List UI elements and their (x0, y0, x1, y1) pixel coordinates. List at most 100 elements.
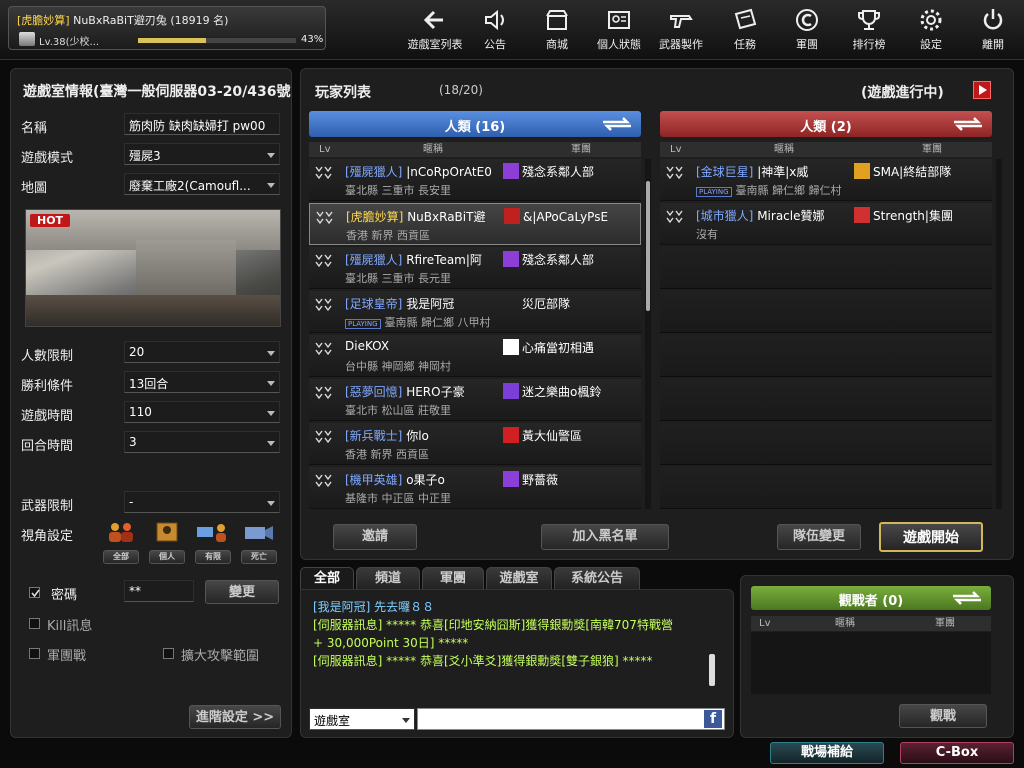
password-label: 密碼 (51, 588, 78, 603)
clan-emblem-icon (503, 471, 519, 487)
swap-team-icon[interactable] (950, 115, 986, 133)
kill-message-checkbox[interactable] (29, 618, 40, 629)
map-ground (26, 295, 280, 326)
player-row[interactable]: [新兵戰士] 你lo 香港 新界 西貢區 黃大仙警區 (309, 423, 641, 465)
rank-star-icon (666, 166, 683, 180)
time-select[interactable]: 110 (124, 401, 280, 423)
scroll-thumb[interactable] (709, 654, 715, 686)
player-row[interactable]: [惡夢回憶] HERO子豪 臺北市 松山區 莊敬里 迷之樂曲o楓鈴 (309, 379, 641, 421)
nav-clan-button[interactable]: 軍團 (778, 4, 836, 54)
col-lv: Lv (759, 618, 771, 629)
nav-gear-button[interactable]: 設定 (902, 4, 960, 54)
profile-level: Lv.38(少校... (39, 37, 100, 48)
view-limited-option[interactable]: 有限 (195, 521, 231, 564)
player-list-panel: 玩家列表 (18/20) (遊戲進行中) 人類 (16) Lv 暱稱 軍團 [殭… (300, 68, 1014, 560)
clan-emblem-icon (503, 383, 519, 399)
nav-speaker-button[interactable]: 公告 (466, 4, 524, 54)
advanced-settings-button[interactable]: 進階設定 >> (189, 705, 281, 729)
player-title: [足球皇帝] (345, 297, 403, 311)
chat-tab[interactable]: 全部 (300, 567, 354, 589)
profile-card[interactable]: [虎膽妙算] NuBxRaBiT避刃兔 (18919 名) Lv.38(少校..… (8, 6, 326, 50)
player-title: [新兵戰士] (345, 429, 403, 443)
chevron-down-icon (267, 501, 275, 506)
player-row[interactable]: [虎膽妙算] NuBxRaBiT避 香港 新界 西貢區 &|APoCaLyPsE (309, 203, 641, 245)
facebook-icon[interactable]: f (704, 710, 722, 728)
time-label: 遊戲時間 (21, 409, 74, 424)
spectator-column-header: Lv 暱稱 軍團 (751, 616, 991, 631)
expand-attack-checkbox[interactable] (163, 648, 174, 659)
player-row[interactable]: [殭屍獵人] RfireTeam|阿 臺北縣 三重市 長元里 殘念系鄰人部 (309, 247, 641, 289)
nav-gun-button[interactable]: 武器製作 (652, 4, 710, 54)
nav-power-button[interactable]: 離開 (964, 4, 1022, 54)
team-battle-label: 軍團戰 (47, 649, 87, 664)
player-name: [城市獵人] Miracle贊娜 (696, 207, 825, 224)
clan-icon (796, 9, 818, 31)
player-row[interactable]: [城市獵人] Miracle贊娜 沒有 Strength|集團 (660, 203, 992, 245)
limit-select[interactable]: 20 (124, 341, 280, 363)
password-checkbox[interactable] (29, 587, 40, 598)
chat-channel-select[interactable]: 遊戲室 (309, 708, 415, 730)
change-password-button[interactable]: 變更 (205, 580, 279, 604)
view-dead-option[interactable]: 死亡 (241, 521, 277, 564)
team-battle-checkbox[interactable] (29, 648, 40, 659)
game-status: (遊戲進行中) (861, 85, 944, 101)
chat-tab[interactable]: 系統公告 (554, 567, 640, 589)
password-field[interactable]: ** (124, 580, 194, 602)
player-loc-text: 香港 新界 西貢區 (345, 448, 429, 461)
invite-button[interactable]: 邀請 (333, 524, 417, 550)
player-row[interactable]: [殭屍獵人] |nCoRpOrAtE0 臺北縣 三重市 長安里 殘念系鄰人部 (309, 159, 641, 201)
start-game-button[interactable]: 遊戲開始 (879, 522, 983, 552)
hot-badge: HOT (30, 214, 71, 227)
gun-icon (670, 15, 693, 28)
nav-shop-button[interactable]: 商城 (528, 4, 586, 54)
mode-select[interactable]: 殭屍3 (124, 143, 280, 165)
chat-tab[interactable]: 軍團 (422, 567, 484, 589)
watch-button[interactable]: 觀戰 (899, 704, 987, 728)
col-lv: Lv (319, 144, 331, 155)
win-select[interactable]: 13回合 (124, 371, 280, 393)
human-team-a-title: 人類 (16) (444, 120, 506, 135)
team-a-scrollbar[interactable] (645, 159, 651, 509)
player-list-title: 玩家列表 (315, 85, 371, 101)
team-a-list: [殭屍獵人] |nCoRpOrAtE0 臺北縣 三重市 長安里 殘念系鄰人部 [虎膽妙… (309, 159, 641, 509)
swap-team-icon[interactable] (949, 589, 985, 607)
map-preview: HOT (25, 209, 281, 327)
chat-input[interactable]: f (417, 708, 725, 730)
scroll-thumb[interactable] (646, 181, 650, 311)
nav-label: 武器製作 (659, 38, 703, 51)
player-loc-text: 臺南縣 歸仁鄉 八甲村 (384, 316, 491, 329)
cbox-button[interactable]: C-Box (900, 742, 1014, 764)
nav-id-card-button[interactable]: 個人狀態 (590, 4, 648, 54)
swap-team-icon[interactable] (599, 115, 635, 133)
player-loc-text: 臺北市 松山區 莊敬里 (345, 404, 451, 417)
nav-mission-button[interactable]: 任務 (716, 4, 774, 54)
battle-supply-button[interactable]: 戰場補給 (770, 742, 884, 764)
team-change-button[interactable]: 隊伍變更 (777, 524, 861, 550)
chat-scrollbar[interactable] (709, 600, 717, 696)
room-name-field[interactable]: 筋肉防 缺肉缺婦打 pw00 (124, 113, 280, 135)
chat-tab[interactable]: 頻道 (356, 567, 420, 589)
rank-star-icon (315, 386, 332, 400)
blacklist-button[interactable]: 加入黑名單 (541, 524, 669, 550)
player-loc-text: 基隆市 中正區 中正里 (345, 492, 451, 505)
player-row[interactable]: [機甲英雄] o果子o 基隆市 中正區 中正里 野薔薇 (309, 467, 641, 509)
player-clan: 迷之樂曲o楓鈴 (503, 383, 601, 400)
camera-person-icon (197, 524, 226, 542)
nav-label: 個人狀態 (597, 38, 641, 51)
nav-trophy-button[interactable]: 排行榜 (840, 4, 898, 54)
player-location: 沒有 (696, 226, 718, 242)
camera-icon (245, 526, 273, 540)
chat-tab[interactable]: 遊戲室 (486, 567, 552, 589)
round-select[interactable]: 3 (124, 431, 280, 453)
team-b-scrollbar[interactable] (996, 159, 1002, 509)
nav-back-arrow-button[interactable]: 遊戲室列表 (406, 4, 464, 54)
player-row[interactable]: [金球巨星] |神準|x威 PLAYING 臺南縣 歸仁鄉 歸仁村 SMA|終結部隊 (660, 159, 992, 201)
view-all-option[interactable]: 全部 (103, 521, 139, 564)
view-personal-option[interactable]: 個人 (149, 521, 185, 564)
player-row[interactable]: [足球皇帝] 我是阿冠 PLAYING 臺南縣 歸仁鄉 八甲村 災厄部隊 (309, 291, 641, 333)
player-row[interactable]: DieKOX 台中縣 神岡鄉 神岡村 心痛當初相遇 (309, 335, 641, 377)
map-select[interactable]: 廢棄工廠2(Camoufl... (124, 173, 280, 195)
nav-label: 遊戲室列表 (407, 38, 463, 51)
nav-label: 商城 (546, 38, 568, 51)
weapon-select[interactable]: - (124, 491, 280, 513)
